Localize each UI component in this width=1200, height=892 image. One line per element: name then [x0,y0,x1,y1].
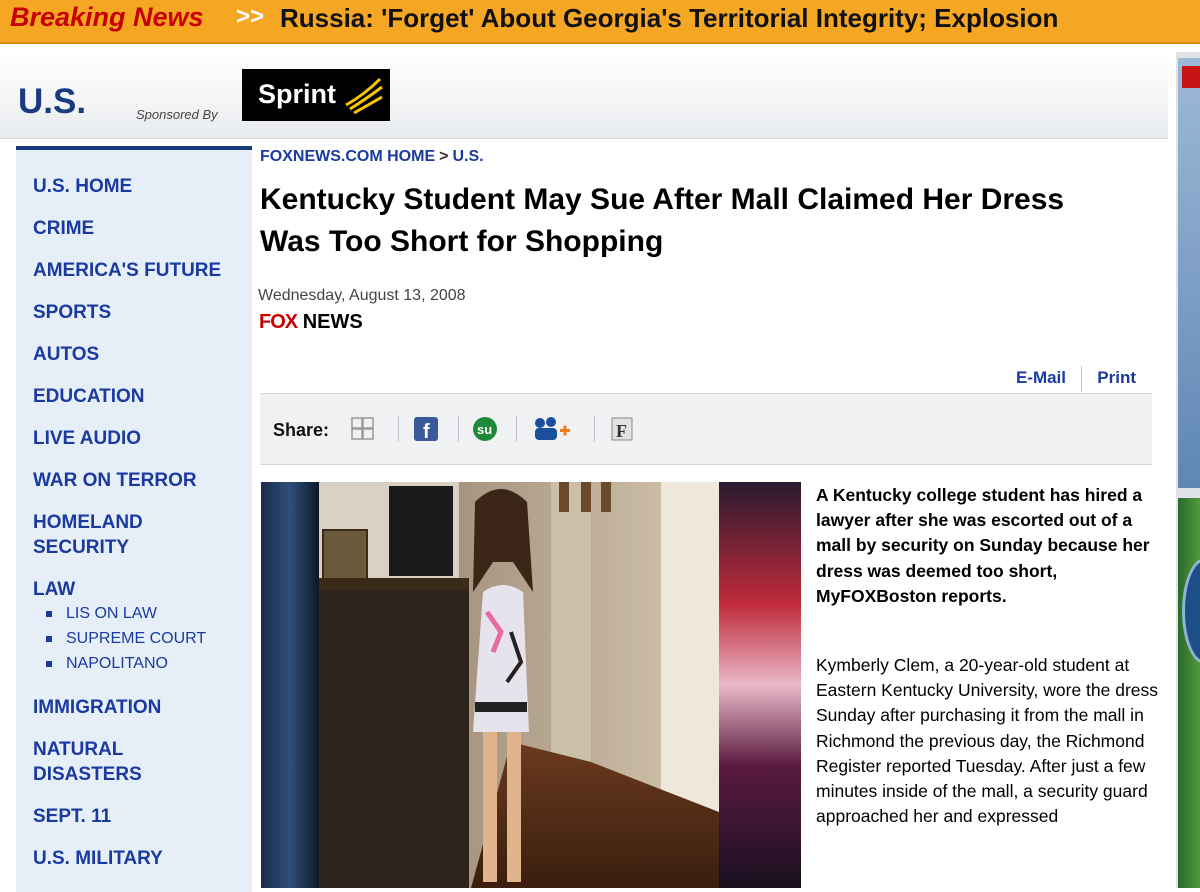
sprint-logo[interactable]: Sprint [242,69,390,121]
section-header: U.S. Sponsored By Sprint [0,52,1168,139]
breaking-news-arrows: >> [236,3,265,30]
nav-item-war-on-terror[interactable]: WAR ON TERROR [33,468,197,493]
stumbleupon-icon[interactable]: su [472,416,498,442]
svg-text:f: f [423,421,430,442]
bullet-icon [46,660,52,667]
nav-item-law[interactable]: LAW [33,577,75,602]
nav-subitem-label: LIS ON LAW [66,605,157,622]
nav-item-us-home[interactable]: U.S. HOME [33,174,132,199]
breadcrumb-section-link[interactable]: U.S. [452,148,483,165]
nav-subitem-label: SUPREME COURT [66,630,207,647]
article-lead-paragraph: A Kentucky college student has hired a l… [816,485,1150,606]
article-photo [261,482,801,888]
svg-text:su: su [477,422,492,437]
nav-subitem-label: NAPOLITANO [66,655,168,672]
breadcrumb-separator: > [439,148,449,165]
fark-icon[interactable]: F [610,416,636,442]
source-fox: FOX [259,311,298,333]
nav-item-education[interactable]: EDUCATION [33,384,145,409]
nav-item-sept-11[interactable]: SEPT. 11 [33,804,111,829]
nav-item-sports[interactable]: SPORTS [33,300,111,325]
nav-subitem-lis-on-law[interactable]: LIS ON LAW [46,605,157,623]
myspace-icon[interactable] [532,416,572,442]
nav-item-natural[interactable]: NATURAL [33,737,123,762]
share-divider [458,416,459,442]
share-label: Share: [273,420,330,440]
ad-red-icon [1182,66,1200,88]
facebook-icon[interactable]: f [413,416,439,443]
bullet-icon [46,635,52,642]
svg-text:F: F [616,421,627,441]
sprint-logo-text: Sprint [258,79,336,109]
delicious-icon[interactable] [350,416,376,442]
nav-subitem-napolitano[interactable]: NAPOLITANO [46,655,168,673]
nav-item-immigration[interactable]: IMMIGRATION [33,695,161,720]
section-title: U.S. [18,82,87,121]
left-navigation: U.S. HOME CRIME AMERICA'S FUTURE SPORTS … [16,146,252,892]
article-headline: Kentucky Student May Sue After Mall Clai… [260,183,1065,258]
ad-globe-icon [1182,558,1200,664]
nav-item-disasters[interactable]: DISASTERS [33,762,142,787]
nav-subitem-supreme-court[interactable]: SUPREME COURT [46,630,206,648]
share-divider [398,416,399,442]
right-ad-strip[interactable] [1176,52,1200,888]
print-link[interactable]: Print [1097,368,1136,388]
breadcrumb: FOXNEWS.COM HOME > U.S. [260,148,484,166]
nav-item-homeland[interactable]: HOMELAND [33,510,143,535]
article-date: Wednesday, August 13, 2008 [258,287,466,304]
nav-item-live-audio[interactable]: LIVE AUDIO [33,426,141,451]
nav-item-us-military[interactable]: U.S. MILITARY [33,846,163,871]
breaking-news-label: Breaking News [10,2,204,32]
breadcrumb-home-link[interactable]: FOXNEWS.COM HOME [260,148,435,165]
nav-item-crime[interactable]: CRIME [33,216,94,241]
source-news: NEWS [302,311,363,333]
bullet-icon [46,610,52,617]
tools-divider [1081,366,1082,392]
breaking-news-bar[interactable]: Breaking News >> Russia: 'Forget' About … [0,0,1200,44]
nav-item-autos[interactable]: AUTOS [33,342,99,367]
nav-item-security[interactable]: SECURITY [33,535,129,560]
share-divider [594,416,595,442]
ad-block-top[interactable] [1178,58,1200,488]
photo-student-dress [261,482,801,888]
share-bar: Share: f su F [260,393,1152,465]
share-divider [516,416,517,442]
nav-item-americas-future[interactable]: AMERICA'S FUTURE [33,258,221,283]
sprint-wing-icon [345,77,383,115]
article-body-paragraph: Kymberly Clem, a 20-year-old student at … [816,655,1159,827]
breaking-news-headline[interactable]: Russia: 'Forget' About Georgia's Territo… [280,3,1058,34]
email-link[interactable]: E-Mail [1016,368,1066,388]
sponsored-by-label: Sponsored By [136,107,218,122]
fox-news-source-logo: FOX NEWS [259,311,363,334]
ad-block-bottom[interactable] [1178,498,1200,888]
